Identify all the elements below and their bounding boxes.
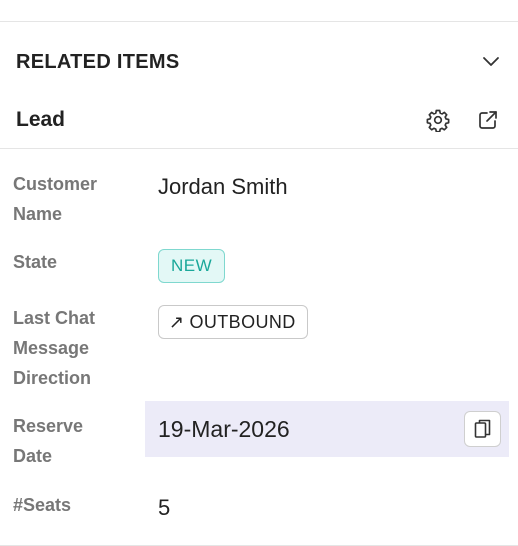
record-title: Lead: [16, 108, 66, 131]
related-items-panel: RELATED ITEMS Lead Customer Name Jordan …: [0, 0, 518, 546]
label-line: Last Chat: [13, 308, 96, 328]
direction-label: Last Chat Message Direction: [13, 303, 133, 393]
label-line: Customer: [13, 174, 98, 194]
label-line: Direction: [13, 368, 92, 388]
state-label: State: [13, 252, 58, 272]
related-items-header[interactable]: RELATED ITEMS: [16, 44, 502, 80]
record-actions: [426, 108, 500, 132]
customer-name-value: Jordan Smith: [158, 174, 288, 199]
customer-name-label: Customer Name: [13, 169, 133, 229]
section-title: RELATED ITEMS: [16, 50, 180, 73]
seats-label: #Seats: [13, 495, 72, 515]
status-badge: NEW: [158, 249, 226, 283]
chevron-down-icon[interactable]: [480, 51, 502, 73]
seats-value: 5: [158, 495, 171, 520]
divider: [0, 148, 518, 149]
label-line: Date: [13, 446, 53, 466]
label-line: Message: [13, 338, 90, 358]
record-header: Lead: [16, 102, 500, 138]
arrow-up-right-icon: ↗: [169, 312, 185, 332]
direction-value: OUTBOUND: [189, 311, 296, 332]
divider: [0, 21, 518, 22]
label-line: Reserve: [13, 416, 84, 436]
external-link-icon[interactable]: [476, 108, 500, 132]
reserve-date-value: 19-Mar-2026: [158, 415, 290, 442]
gear-icon[interactable]: [426, 108, 450, 132]
reserve-date-label: Reserve Date: [13, 411, 133, 471]
copy-icon[interactable]: [464, 411, 501, 447]
direction-badge: ↗ OUTBOUND: [158, 305, 308, 339]
reserve-date-field[interactable]: 19-Mar-2026: [145, 401, 509, 457]
label-line: Name: [13, 204, 63, 224]
